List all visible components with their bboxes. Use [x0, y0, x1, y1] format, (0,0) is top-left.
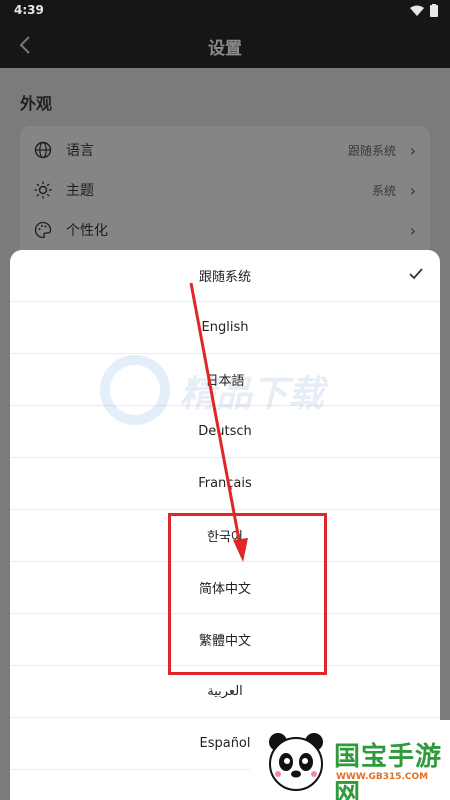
setting-row-personalize[interactable]: 个性化 ›: [20, 210, 430, 250]
setting-value: 系统: [371, 183, 396, 198]
option-label: 跟随系统: [198, 270, 251, 285]
setting-label: 主题: [66, 183, 94, 199]
brand-name: 国宝手游网: [334, 742, 443, 800]
option-label: Français: [198, 476, 252, 491]
watermark: 精品下载: [100, 355, 360, 425]
globe-icon: [34, 141, 52, 159]
watermark-logo-icon: [100, 355, 170, 425]
setting-label: 个性化: [66, 223, 108, 239]
panda-icon: [269, 733, 323, 791]
check-icon: [409, 268, 423, 280]
highlight-box: [168, 513, 327, 675]
status-time: 4:39: [14, 3, 44, 17]
option-label: Español: [199, 736, 251, 751]
status-icons: [410, 4, 438, 17]
brand-url: WWW.GB315.COM: [336, 772, 429, 782]
section-title: 外观: [20, 94, 53, 113]
appearance-card: 语言 跟随系统 › 主题 系统 › 个性化 ›: [20, 126, 430, 258]
site-brand-badge: 国宝手游网 WWW.GB315.COM: [250, 720, 450, 800]
setting-row-theme[interactable]: 主题 系统 ›: [20, 170, 430, 210]
status-bar: 4:39: [0, 0, 450, 22]
option-label: Deutsch: [198, 424, 252, 439]
sun-icon: [34, 181, 52, 199]
chevron-right-icon: ›: [409, 180, 416, 200]
wifi-icon: [410, 5, 424, 16]
setting-value: 跟随系统: [347, 143, 396, 158]
option-label: العربية: [207, 684, 243, 699]
chevron-right-icon: ›: [409, 140, 416, 160]
language-option-french[interactable]: Français: [10, 458, 440, 510]
app-bar: 设置: [0, 22, 450, 68]
setting-row-language[interactable]: 语言 跟随系统 ›: [20, 130, 430, 170]
palette-icon: [34, 221, 52, 239]
language-option-system[interactable]: 跟随系统: [10, 250, 440, 302]
option-label: English: [201, 320, 249, 335]
watermark-text: 精品下载: [180, 374, 325, 415]
chevron-right-icon: ›: [409, 220, 416, 240]
battery-icon: [430, 4, 438, 17]
page-title: 设置: [208, 39, 242, 59]
language-option-english[interactable]: English: [10, 302, 440, 354]
setting-label: 语言: [66, 143, 94, 159]
